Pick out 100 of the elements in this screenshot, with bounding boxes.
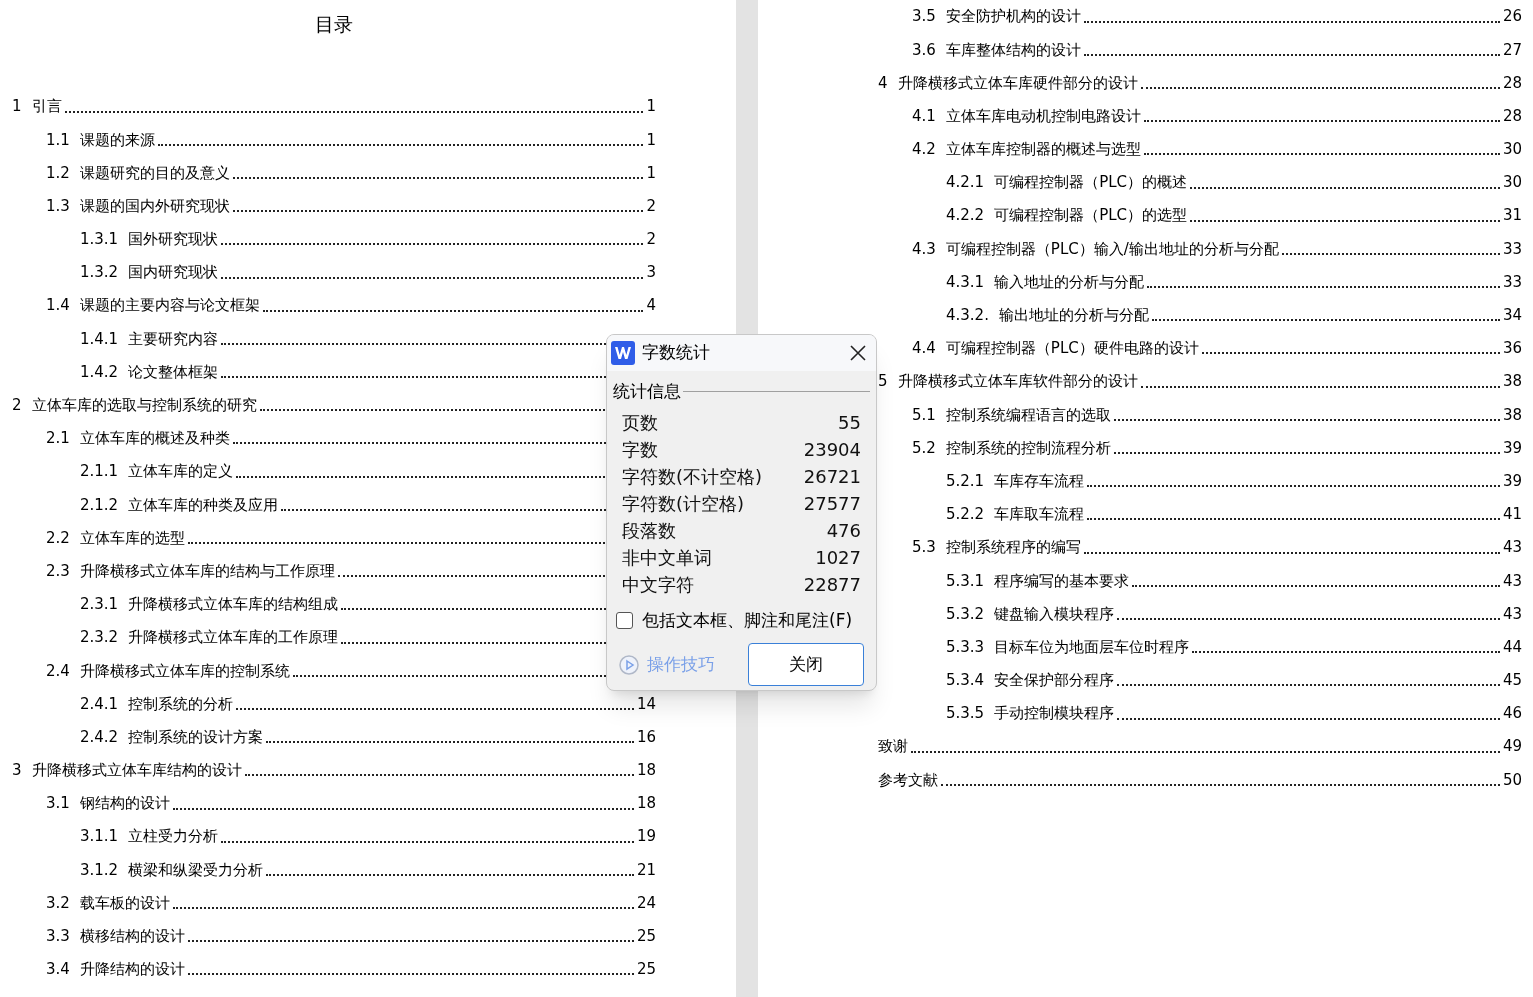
- entry-title: 安全保护部分程序: [994, 670, 1115, 692]
- entry-title: 可编程控制器（PLC）硬件电路的设计: [945, 338, 1199, 360]
- entry-number: 5.3: [912, 537, 936, 559]
- entry-title: 可编程控制器（PLC）的选型: [994, 205, 1188, 227]
- entry-title: 升降横移式立体车库软件部分的设计: [897, 371, 1138, 393]
- page-number: 3: [646, 262, 656, 284]
- page-number: 21: [636, 859, 656, 881]
- page-number: 50: [1502, 769, 1522, 791]
- entry-title: 立体车库的选型: [79, 527, 185, 549]
- entry-number: 2.1: [46, 428, 70, 450]
- page-number: 2: [646, 229, 656, 251]
- page-number: 49: [1502, 736, 1522, 758]
- page-number: 38: [1502, 371, 1522, 393]
- page-number: 28: [1502, 72, 1522, 94]
- entry-number: 1.4: [46, 295, 70, 317]
- entry-number: 5.2.1: [946, 470, 985, 492]
- stat-value: 476: [826, 518, 861, 543]
- entry-number: 3.4: [46, 959, 70, 981]
- entry-title: 控制系统的控制流程分析: [945, 437, 1111, 459]
- entry-title: 升降横移式立体车库的控制系统: [79, 660, 290, 682]
- entry-number: 3.1.1: [80, 826, 119, 848]
- entry-number: 5.2: [912, 437, 936, 459]
- entry-title: 车库取车流程: [994, 504, 1085, 526]
- entry-title: 立体车库的定义: [128, 461, 234, 483]
- entry-number: 1: [12, 96, 22, 118]
- stat-value: 22877: [803, 572, 861, 597]
- entry-number: 2.4.2: [80, 726, 119, 748]
- page-number: 1: [646, 162, 656, 184]
- page-number: 14: [636, 693, 656, 715]
- page-number: 19: [636, 826, 656, 848]
- entry-title: 升降横移式立体车库的结构与工作原理: [79, 560, 335, 582]
- stat-label: 段落数: [622, 518, 676, 543]
- entry-title: 课题的来源: [79, 129, 155, 151]
- entry-title: 立柱受力分析: [128, 826, 219, 848]
- entry-number: 4.1: [912, 105, 936, 127]
- page-number: 24: [636, 892, 656, 914]
- stat-value: 55: [838, 410, 861, 435]
- entry-number: 1.4.2: [80, 361, 119, 383]
- page-number: 43: [1502, 537, 1522, 559]
- entry-title: 车库存车流程: [994, 470, 1085, 492]
- entry-number: 1.3: [46, 195, 70, 217]
- page-number: 36: [1502, 338, 1522, 360]
- entry-number: 2.1.2: [80, 494, 119, 516]
- entry-title: 参考文献: [878, 769, 938, 791]
- entry-number: 2: [12, 395, 22, 417]
- entry-title: 载车板的设计: [79, 892, 170, 914]
- entry-number: 5: [878, 371, 888, 393]
- entry-number: 4.2: [912, 139, 936, 161]
- entry-title: 致谢: [878, 736, 908, 758]
- entry-title: 升降横移式立体车库硬件部分的设计: [897, 72, 1138, 94]
- entry-number: 1.2: [46, 162, 70, 184]
- page-number: 28: [1502, 105, 1522, 127]
- entry-title: 立体车库电动机控制电路设计: [945, 105, 1141, 127]
- entry-number: 3: [12, 760, 22, 782]
- page-number: 16: [636, 726, 656, 748]
- entry-number: 1.1: [46, 129, 70, 151]
- entry-title: 车库整体结构的设计: [945, 39, 1081, 61]
- entry-title: 课题的国内外研究现状: [79, 195, 230, 217]
- entry-title: 立体车库的概述及种类: [79, 428, 230, 450]
- entry-number: 4: [878, 72, 888, 94]
- page-number: 39: [1502, 470, 1522, 492]
- stat-label: 非中文单词: [622, 545, 712, 570]
- page-number: 26: [1502, 6, 1522, 28]
- stat-value: 26721: [803, 464, 861, 489]
- stat-label: 字数: [622, 437, 658, 462]
- entry-title: 输入地址的分析与分配: [994, 271, 1145, 293]
- entry-number: 3.5: [912, 6, 936, 28]
- entry-title: 主要研究内容: [128, 328, 219, 350]
- page-number: 43: [1502, 570, 1522, 592]
- entry-title: 安全防护机构的设计: [945, 6, 1081, 28]
- entry-number: 2.2: [46, 527, 70, 549]
- entry-number: 4.3.2.: [946, 305, 989, 327]
- page-number: 4: [646, 295, 656, 317]
- entry-number: 5.1: [912, 404, 936, 426]
- page-number: 1: [646, 129, 656, 151]
- stat-value: 27577: [803, 491, 861, 516]
- entry-title: 控制系统的分析: [128, 693, 234, 715]
- page-number: 44: [1502, 636, 1522, 658]
- entry-title: 引言: [31, 96, 62, 118]
- entry-title: 立体车库控制器的概述与选型: [945, 139, 1141, 161]
- entry-number: 3.1: [46, 793, 70, 815]
- entry-number: 3.6: [912, 39, 936, 61]
- entry-title: 立体车库的选取与控制系统的研究: [31, 395, 257, 417]
- entry-title: 论文整体框架: [128, 361, 219, 383]
- close-button[interactable]: 关闭: [748, 643, 864, 686]
- entry-title: 升降结构的设计: [79, 959, 185, 981]
- entry-number: 2.4.1: [80, 693, 119, 715]
- entry-title: 国外研究现状: [128, 229, 219, 251]
- entry-number: 4.2.1: [946, 172, 985, 194]
- stat-label: 字符数(计空格): [622, 491, 745, 516]
- entry-number: 4.4: [912, 338, 936, 360]
- page-number: 30: [1502, 172, 1522, 194]
- entry-number: 3.2: [46, 892, 70, 914]
- page-number: 2: [646, 195, 656, 217]
- entry-number: 5.3.3: [946, 636, 985, 658]
- page-number: 43: [1502, 603, 1522, 625]
- entry-title: 课题的主要内容与论文框架: [79, 295, 260, 317]
- entry-number: 2.4: [46, 660, 70, 682]
- entry-title: 目标车位为地面层车位时程序: [994, 636, 1190, 658]
- entry-number: 1.3.2: [80, 262, 119, 284]
